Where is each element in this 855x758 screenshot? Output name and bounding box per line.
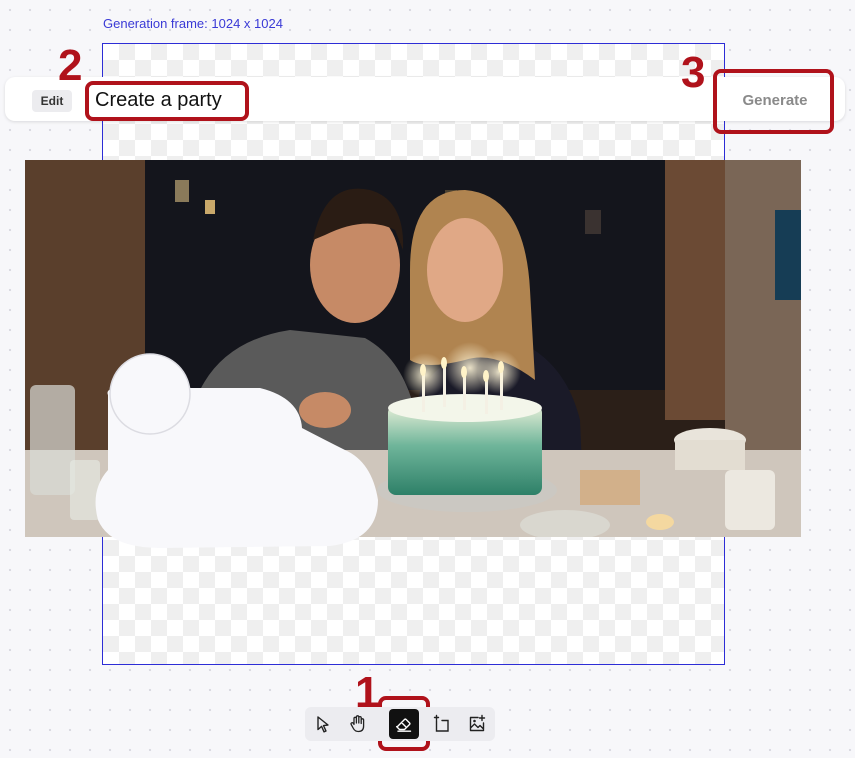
generate-button[interactable]: Generate — [725, 84, 825, 116]
select-tool-button[interactable] — [308, 709, 338, 739]
edit-button[interactable]: Edit — [32, 90, 72, 112]
eraser-icon — [395, 718, 412, 732]
cursor-arrow-icon — [317, 716, 329, 733]
add-image-tool-button[interactable] — [462, 709, 492, 739]
annotation-number-2: 2 — [58, 41, 83, 90]
eraser-tool-button[interactable] — [389, 709, 419, 739]
pan-tool-button[interactable] — [343, 709, 373, 739]
generation-frame-label: Generation frame: 1024 x 1024 — [103, 16, 283, 31]
frame-plus-icon — [433, 714, 449, 732]
hand-icon — [350, 715, 365, 733]
annotation-number-3: 3 — [681, 48, 706, 97]
add-frame-tool-button[interactable] — [426, 709, 456, 739]
image-plus-icon — [469, 714, 486, 732]
prompt-input[interactable] — [95, 86, 245, 114]
canvas-image[interactable] — [25, 160, 801, 537]
birthday-photo — [25, 160, 801, 537]
